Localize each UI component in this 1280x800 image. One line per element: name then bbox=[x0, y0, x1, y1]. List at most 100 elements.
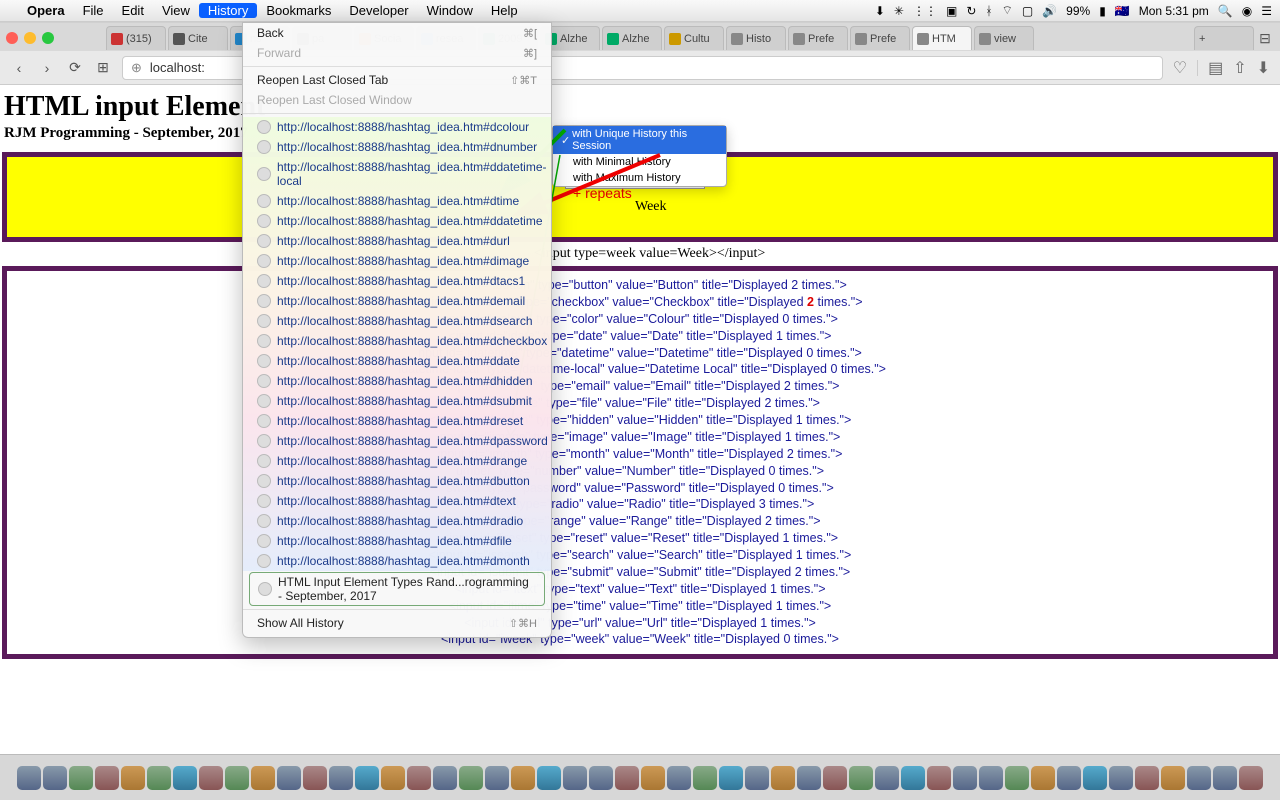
downloads-button[interactable]: ⬇ bbox=[1257, 58, 1270, 78]
dock-app-icon[interactable] bbox=[173, 766, 197, 790]
dock-app-icon[interactable] bbox=[1005, 766, 1029, 790]
battery-pct[interactable]: 99% bbox=[1066, 4, 1090, 18]
history-url-item[interactable]: http://localhost:8888/hashtag_idea.htm#d… bbox=[243, 551, 551, 571]
zoom-button[interactable] bbox=[42, 32, 54, 44]
menu-view[interactable]: View bbox=[153, 3, 199, 18]
history-url-item[interactable]: http://localhost:8888/hashtag_idea.htm#d… bbox=[243, 431, 551, 451]
browser-tab[interactable]: view bbox=[974, 26, 1034, 50]
notif-icon[interactable]: ☰ bbox=[1261, 4, 1272, 18]
airplay-icon[interactable]: ▢ bbox=[1022, 4, 1033, 18]
show-all-history[interactable]: Show All History⇧⌘H bbox=[243, 613, 551, 633]
forward-button[interactable]: › bbox=[38, 59, 56, 77]
minimize-button[interactable] bbox=[24, 32, 36, 44]
history-url-item[interactable]: http://localhost:8888/hashtag_idea.htm#d… bbox=[243, 251, 551, 271]
dock-app-icon[interactable] bbox=[1135, 766, 1159, 790]
spotlight-icon[interactable]: 🔍 bbox=[1218, 4, 1233, 18]
history-url-item[interactable]: http://localhost:8888/hashtag_idea.htm#d… bbox=[243, 371, 551, 391]
site-info-icon[interactable]: ⊕ bbox=[131, 60, 142, 76]
dock-app-icon[interactable] bbox=[251, 766, 275, 790]
browser-tab[interactable]: Prefe bbox=[788, 26, 848, 50]
tab-menu-button[interactable]: ⊟ bbox=[1256, 29, 1274, 47]
history-url-item[interactable]: http://localhost:8888/hashtag_idea.htm#d… bbox=[243, 271, 551, 291]
share-button[interactable]: ⇧ bbox=[1233, 58, 1246, 78]
dock-app-icon[interactable] bbox=[1161, 766, 1185, 790]
dock-app-icon[interactable] bbox=[329, 766, 353, 790]
menu-help[interactable]: Help bbox=[482, 3, 527, 18]
dock-app-icon[interactable] bbox=[849, 766, 873, 790]
menu-developer[interactable]: Developer bbox=[340, 3, 417, 18]
wifi-icon[interactable]: ⌔ bbox=[1002, 3, 1013, 18]
browser-tab[interactable]: HTM bbox=[912, 26, 972, 50]
dock-app-icon[interactable] bbox=[1187, 766, 1211, 790]
browser-tab[interactable]: (315) bbox=[106, 26, 166, 50]
history-url-item[interactable]: http://localhost:8888/hashtag_idea.htm#d… bbox=[243, 391, 551, 411]
close-button[interactable] bbox=[6, 32, 18, 44]
history-url-item[interactable]: http://localhost:8888/hashtag_idea.htm#d… bbox=[243, 117, 551, 137]
clock[interactable]: Mon 5:31 pm bbox=[1139, 4, 1209, 18]
app-menu[interactable]: Opera bbox=[18, 3, 74, 18]
reopen-tab[interactable]: Reopen Last Closed Tab⇧⌘T bbox=[243, 70, 551, 90]
dock-app-icon[interactable] bbox=[875, 766, 899, 790]
dock-app-icon[interactable] bbox=[745, 766, 769, 790]
history-url-item[interactable]: http://localhost:8888/hashtag_idea.htm#d… bbox=[243, 137, 551, 157]
download-icon[interactable]: ⬇ bbox=[875, 4, 885, 18]
browser-tab[interactable]: Alzhe bbox=[602, 26, 662, 50]
back-button[interactable]: ‹ bbox=[10, 59, 28, 77]
dock-app-icon[interactable] bbox=[225, 766, 249, 790]
dock-app-icon[interactable] bbox=[95, 766, 119, 790]
dock-app-icon[interactable] bbox=[303, 766, 327, 790]
dock-app-icon[interactable] bbox=[771, 766, 795, 790]
menu-bookmarks[interactable]: Bookmarks bbox=[257, 3, 340, 18]
dock-app-icon[interactable] bbox=[511, 766, 535, 790]
flag-icon[interactable]: 🇦🇺 bbox=[1115, 4, 1130, 18]
dock-app-icon[interactable] bbox=[667, 766, 691, 790]
history-url-item[interactable]: http://localhost:8888/hashtag_idea.htm#d… bbox=[243, 411, 551, 431]
dropbox-icon[interactable]: ▣ bbox=[946, 4, 957, 18]
menu-window[interactable]: Window bbox=[418, 3, 482, 18]
dock-app-icon[interactable] bbox=[1057, 766, 1081, 790]
speed-dial-button[interactable]: ⊞ bbox=[94, 59, 112, 77]
history-url-item[interactable]: http://localhost:8888/hashtag_idea.htm#d… bbox=[243, 511, 551, 531]
browser-tab[interactable]: Cite bbox=[168, 26, 228, 50]
browser-tab[interactable]: Cultu bbox=[664, 26, 724, 50]
siri-icon[interactable]: ◉ bbox=[1242, 4, 1252, 18]
dock-app-icon[interactable] bbox=[537, 766, 561, 790]
sync-icon[interactable]: ↻ bbox=[966, 4, 976, 18]
dock-app-icon[interactable] bbox=[901, 766, 925, 790]
history-url-item[interactable]: http://localhost:8888/hashtag_idea.htm#d… bbox=[243, 491, 551, 511]
dock-app-icon[interactable] bbox=[797, 766, 821, 790]
dock-app-icon[interactable] bbox=[953, 766, 977, 790]
new-tab-button[interactable]: + bbox=[1194, 26, 1254, 50]
bluetooth-icon[interactable]: ᚼ bbox=[985, 4, 992, 18]
browser-tab[interactable]: Histo bbox=[726, 26, 786, 50]
dock-app-icon[interactable] bbox=[563, 766, 587, 790]
history-url-item[interactable]: http://localhost:8888/hashtag_idea.htm#d… bbox=[243, 351, 551, 371]
history-url-item[interactable]: http://localhost:8888/hashtag_idea.htm#d… bbox=[243, 291, 551, 311]
history-page-item[interactable]: HTML Input Element Types Rand...rogrammi… bbox=[249, 572, 545, 606]
dock-app-icon[interactable] bbox=[147, 766, 171, 790]
menu-history[interactable]: History bbox=[199, 3, 257, 18]
menu-file[interactable]: File bbox=[74, 3, 113, 18]
dock-app-icon[interactable] bbox=[485, 766, 509, 790]
history-url-item[interactable]: http://localhost:8888/hashtag_idea.htm#d… bbox=[243, 471, 551, 491]
dock-app-icon[interactable] bbox=[719, 766, 743, 790]
history-url-item[interactable]: http://localhost:8888/hashtag_idea.htm#d… bbox=[243, 231, 551, 251]
dock-app-icon[interactable] bbox=[355, 766, 379, 790]
dock-app-icon[interactable] bbox=[407, 766, 431, 790]
dock-app-icon[interactable] bbox=[1083, 766, 1107, 790]
dock-app-icon[interactable] bbox=[199, 766, 223, 790]
dock-app-icon[interactable] bbox=[1031, 766, 1055, 790]
dock-app-icon[interactable] bbox=[43, 766, 67, 790]
history-url-item[interactable]: http://localhost:8888/hashtag_idea.htm#d… bbox=[243, 311, 551, 331]
dock-app-icon[interactable] bbox=[979, 766, 1003, 790]
dock-app-icon[interactable] bbox=[121, 766, 145, 790]
history-url-item[interactable]: http://localhost:8888/hashtag_idea.htm#d… bbox=[243, 211, 551, 231]
browser-tab[interactable]: Prefe bbox=[850, 26, 910, 50]
volume-icon[interactable]: 🔊 bbox=[1042, 4, 1057, 18]
battery-icon[interactable]: ▮ bbox=[1099, 4, 1106, 18]
dock-app-icon[interactable] bbox=[381, 766, 405, 790]
grid-icon[interactable]: ⋮⋮ bbox=[913, 4, 937, 18]
dock-app-icon[interactable] bbox=[927, 766, 951, 790]
history-url-item[interactable]: http://localhost:8888/hashtag_idea.htm#d… bbox=[243, 451, 551, 471]
dock-app-icon[interactable] bbox=[615, 766, 639, 790]
